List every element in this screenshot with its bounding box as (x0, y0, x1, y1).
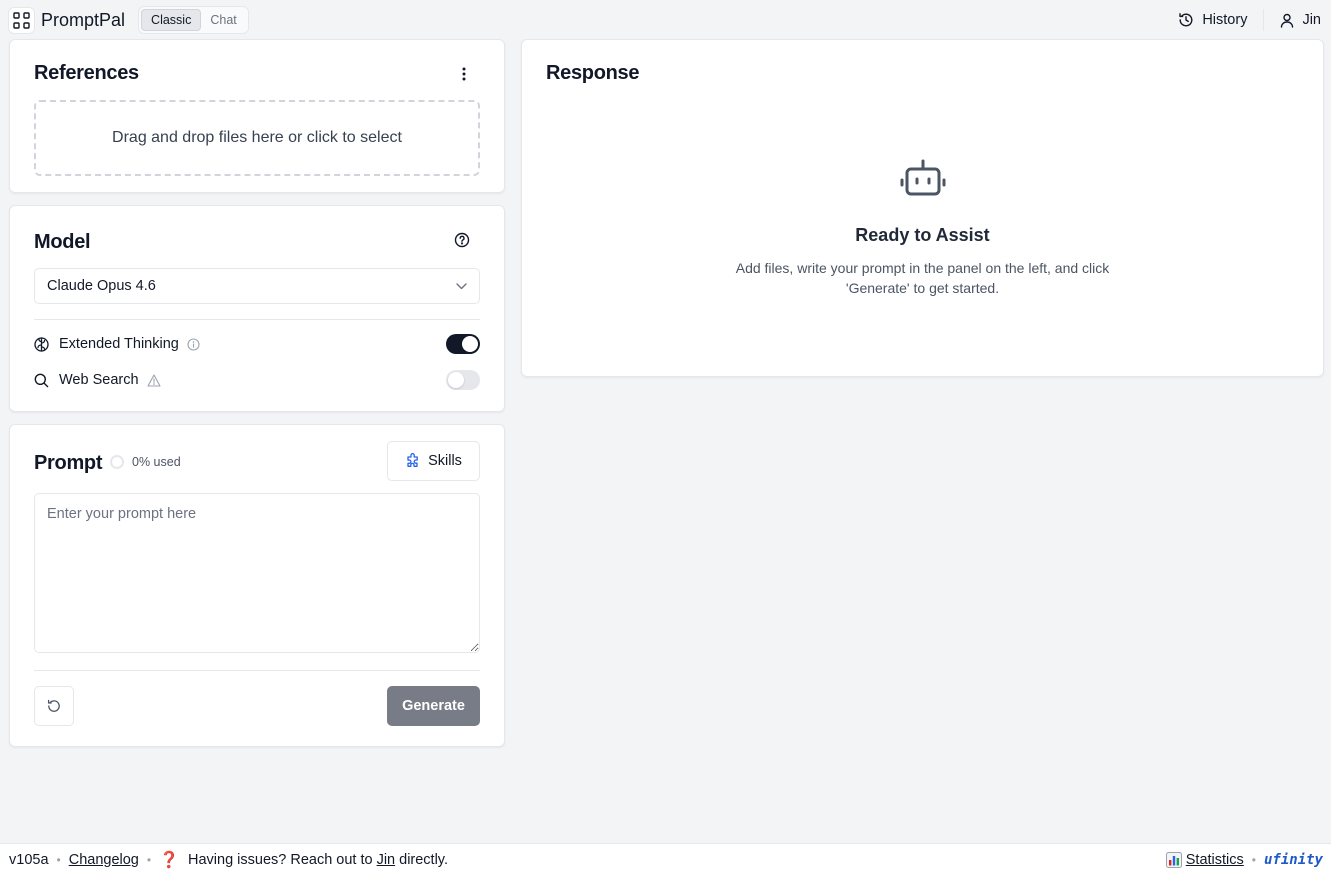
response-empty-state: Ready to Assist Add files, write your pr… (522, 158, 1323, 298)
mode-classic-button[interactable]: Classic (141, 9, 202, 31)
contact-link[interactable]: Jin (377, 852, 396, 868)
app-title: PromptPal (41, 9, 126, 30)
mode-switch: Classic Chat (138, 6, 249, 34)
generate-button[interactable]: Generate (387, 686, 480, 726)
header-actions: History Jin (1178, 9, 1321, 31)
prompt-usage: 0% used (110, 455, 181, 469)
brain-icon (34, 336, 49, 352)
question-mark-icon: ❓ (159, 851, 179, 869)
skills-button[interactable]: Skills (387, 441, 480, 481)
toggle-knob (448, 372, 464, 388)
footer-right: Statistics • ufinity (1165, 851, 1323, 868)
skills-label: Skills (428, 453, 462, 469)
separator-dot: • (1251, 852, 1256, 867)
empty-state-line-1: Add files, write your prompt in the pane… (735, 260, 1110, 276)
web-search-row: Web Search (34, 369, 480, 391)
separator-dot: • (146, 852, 152, 867)
issues-suffix: directly. (399, 851, 449, 868)
help-circle-icon (454, 232, 470, 248)
user-menu-button[interactable]: Jin (1280, 12, 1321, 28)
brand: PromptPal Classic Chat (8, 6, 249, 34)
puzzle-icon (407, 453, 418, 467)
references-menu-button[interactable] (454, 64, 474, 84)
bot-icon (900, 159, 945, 196)
search-icon (34, 373, 49, 387)
empty-state-description: Add files, write your prompt in the pane… (522, 258, 1323, 298)
bar-chart-icon (1165, 851, 1182, 868)
more-vertical-icon (462, 67, 466, 81)
chevron-down-icon (456, 282, 467, 289)
empty-state-title: Ready to Assist (855, 225, 990, 245)
warning-icon[interactable] (146, 373, 161, 387)
response-card: Response Ready to Assist Add files, writ… (521, 39, 1324, 377)
user-name: Jin (1302, 12, 1321, 28)
model-help-button[interactable] (453, 231, 471, 249)
issues-prefix: Having issues? Reach out to (188, 851, 373, 868)
extended-thinking-toggle[interactable] (446, 334, 480, 354)
model-title: Model (34, 231, 91, 253)
history-icon (1179, 13, 1193, 27)
history-button[interactable]: History (1178, 12, 1247, 28)
qr-logo-icon[interactable] (8, 6, 35, 34)
extended-thinking-row: Extended Thinking (34, 333, 480, 355)
usage-ring-icon (110, 455, 124, 469)
prompt-title: Prompt (34, 452, 103, 474)
changelog-link[interactable]: Changelog (69, 852, 139, 868)
user-icon (1281, 13, 1294, 28)
toggle-knob (462, 336, 478, 352)
separator-dot: • (56, 852, 61, 867)
model-selected-value: Claude Opus 4.6 (47, 278, 156, 294)
prompt-card: Prompt 0% used Skills Generate (9, 424, 505, 747)
file-dropzone[interactable]: Drag and drop files here or click to sel… (34, 100, 480, 176)
company-logo[interactable]: ufinity (1264, 852, 1323, 868)
prompt-divider (34, 670, 480, 671)
empty-state-line-2: 'Generate' to get started. (845, 280, 1000, 296)
web-search-toggle[interactable] (446, 370, 480, 390)
top-bar: PromptPal Classic Chat History Jin (0, 0, 1331, 40)
reset-button[interactable] (34, 686, 74, 726)
info-icon[interactable] (187, 337, 200, 351)
references-card: References Drag and drop files here or c… (9, 39, 505, 193)
references-title: References (34, 62, 139, 84)
web-search-label: Web Search (59, 372, 139, 388)
extended-thinking-label: Extended Thinking (59, 336, 179, 352)
statistics-link[interactable]: Statistics (1186, 852, 1244, 868)
model-card: Model Claude Opus 4.6 Extended Thinking (9, 205, 505, 412)
header-divider (1263, 9, 1265, 31)
mode-chat-button[interactable]: Chat (201, 9, 245, 31)
response-title: Response (546, 62, 640, 84)
model-select[interactable]: Claude Opus 4.6 (34, 268, 480, 304)
prompt-input[interactable] (34, 493, 480, 653)
version-label: v105a (9, 851, 49, 868)
footer: v105a • Changelog • ❓ Having issues? Rea… (0, 843, 1331, 875)
footer-left: v105a • Changelog • ❓ Having issues? Rea… (9, 850, 448, 870)
model-divider (34, 319, 480, 320)
history-label: History (1202, 12, 1248, 28)
rotate-ccw-icon (47, 699, 60, 712)
usage-text: 0% used (132, 455, 181, 469)
